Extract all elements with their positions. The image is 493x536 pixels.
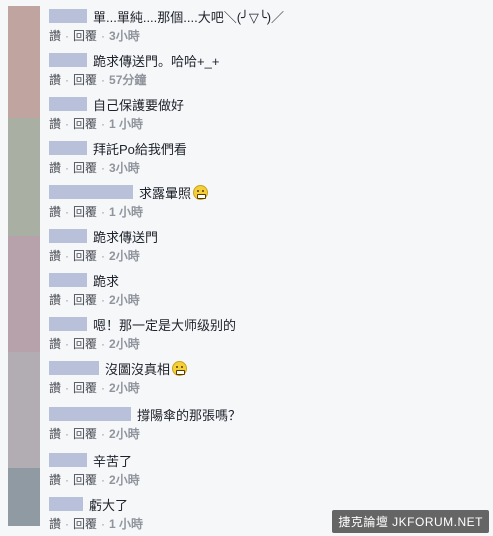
avatar[interactable]: [8, 6, 40, 118]
commenter-name-redacted[interactable]: [49, 97, 87, 111]
comment-text: 沒圖沒真相: [105, 361, 171, 377]
like-link[interactable]: 讚: [49, 473, 61, 487]
reply-link[interactable]: 回覆: [73, 381, 97, 395]
separator-dot: ·: [101, 29, 106, 43]
like-link[interactable]: 讚: [49, 29, 61, 43]
timestamp-link[interactable]: 1 小時: [109, 205, 143, 219]
comment-text: 撐陽傘的那張嗎？: [137, 407, 242, 423]
timestamp-link[interactable]: 2小時: [109, 249, 140, 263]
grinning-emoji-icon: [193, 184, 209, 200]
like-link[interactable]: 讚: [49, 249, 61, 263]
like-link[interactable]: 讚: [49, 381, 61, 395]
comment-text: 辛苦了: [93, 453, 133, 469]
comment-text: 自己保護要做好: [93, 97, 185, 113]
separator-dot: ·: [101, 161, 106, 175]
commenter-name-redacted[interactable]: [49, 53, 87, 67]
separator-dot: ·: [101, 205, 106, 219]
avatar[interactable]: [8, 468, 40, 526]
separator-dot: ·: [101, 293, 106, 307]
reply-link[interactable]: 回覆: [73, 337, 97, 351]
reply-link[interactable]: 回覆: [73, 161, 97, 175]
reply-link[interactable]: 回覆: [73, 117, 97, 131]
timestamp-link[interactable]: 2小時: [109, 337, 140, 351]
commenter-name-redacted[interactable]: [49, 141, 87, 155]
timestamp-link[interactable]: 2小時: [109, 473, 140, 487]
commenter-name-redacted[interactable]: [49, 361, 99, 375]
like-link[interactable]: 讚: [49, 427, 61, 441]
commenter-name-redacted[interactable]: [49, 273, 87, 287]
separator-dot: ·: [101, 427, 106, 441]
separator-dot: ·: [101, 337, 106, 351]
separator-dot: ·: [101, 381, 106, 395]
separator-dot: ·: [65, 381, 70, 395]
comment-text: 單...單純....那個....大吧＼(╯▽╰)／: [93, 9, 285, 25]
separator-dot: ·: [101, 249, 106, 263]
reply-link[interactable]: 回覆: [73, 517, 97, 531]
like-link[interactable]: 讚: [49, 73, 61, 87]
reply-link[interactable]: 回覆: [73, 73, 97, 87]
like-link[interactable]: 讚: [49, 205, 61, 219]
separator-dot: ·: [65, 117, 70, 131]
timestamp-link[interactable]: 2小時: [109, 427, 140, 441]
timestamp-link[interactable]: 57分鐘: [109, 73, 146, 87]
like-link[interactable]: 讚: [49, 117, 61, 131]
commenter-name-redacted[interactable]: [49, 9, 87, 23]
commenter-name-redacted[interactable]: [49, 185, 133, 199]
reply-link[interactable]: 回覆: [73, 249, 97, 263]
separator-dot: ·: [101, 73, 106, 87]
avatar[interactable]: [8, 236, 40, 352]
separator-dot: ·: [65, 249, 70, 263]
separator-dot: ·: [65, 473, 70, 487]
separator-dot: ·: [101, 117, 106, 131]
timestamp-link[interactable]: 3小時: [109, 29, 140, 43]
comment-text: 跪求: [93, 273, 120, 289]
like-link[interactable]: 讚: [49, 517, 61, 531]
comment-text: 求露暈照: [139, 185, 192, 201]
comment-text: 拜託Po給我們看: [93, 141, 187, 157]
grimacing-emoji-icon: [172, 360, 188, 376]
reply-link[interactable]: 回覆: [73, 427, 97, 441]
separator-dot: ·: [65, 293, 70, 307]
commenter-name-redacted[interactable]: [49, 407, 131, 421]
commenter-name-redacted[interactable]: [49, 497, 83, 511]
reply-link[interactable]: 回覆: [73, 29, 97, 43]
separator-dot: ·: [65, 73, 70, 87]
timestamp-link[interactable]: 1 小時: [109, 517, 143, 531]
commenter-name-redacted[interactable]: [49, 229, 87, 243]
separator-dot: ·: [65, 427, 70, 441]
separator-dot: ·: [65, 517, 70, 531]
reply-link[interactable]: 回覆: [73, 205, 97, 219]
avatar-column: [8, 6, 40, 526]
timestamp-link[interactable]: 2小時: [109, 381, 140, 395]
separator-dot: ·: [101, 517, 106, 531]
avatar[interactable]: [8, 118, 40, 236]
timestamp-link[interactable]: 2小時: [109, 293, 140, 307]
commenter-name-redacted[interactable]: [49, 453, 87, 467]
like-link[interactable]: 讚: [49, 161, 61, 175]
watermark: 捷克論壇 JKFORUM.NET: [332, 510, 489, 533]
timestamp-link[interactable]: 3小時: [109, 161, 140, 175]
separator-dot: ·: [65, 161, 70, 175]
comment-text: 嗯！那一定是大师级别的: [93, 317, 237, 333]
like-link[interactable]: 讚: [49, 337, 61, 351]
like-link[interactable]: 讚: [49, 293, 61, 307]
commenter-name-redacted[interactable]: [49, 317, 87, 331]
avatar[interactable]: [8, 352, 40, 468]
separator-dot: ·: [65, 205, 70, 219]
comment-text: 跪求傳送門: [93, 229, 159, 245]
separator-dot: ·: [65, 29, 70, 43]
comment-text: 跪求傳送門。哈哈+_+: [93, 53, 220, 69]
reply-link[interactable]: 回覆: [73, 293, 97, 307]
separator-dot: ·: [101, 473, 106, 487]
reply-link[interactable]: 回覆: [73, 473, 97, 487]
timestamp-link[interactable]: 1 小時: [109, 117, 143, 131]
separator-dot: ·: [65, 337, 70, 351]
comment-text: 虧大了: [89, 497, 129, 513]
